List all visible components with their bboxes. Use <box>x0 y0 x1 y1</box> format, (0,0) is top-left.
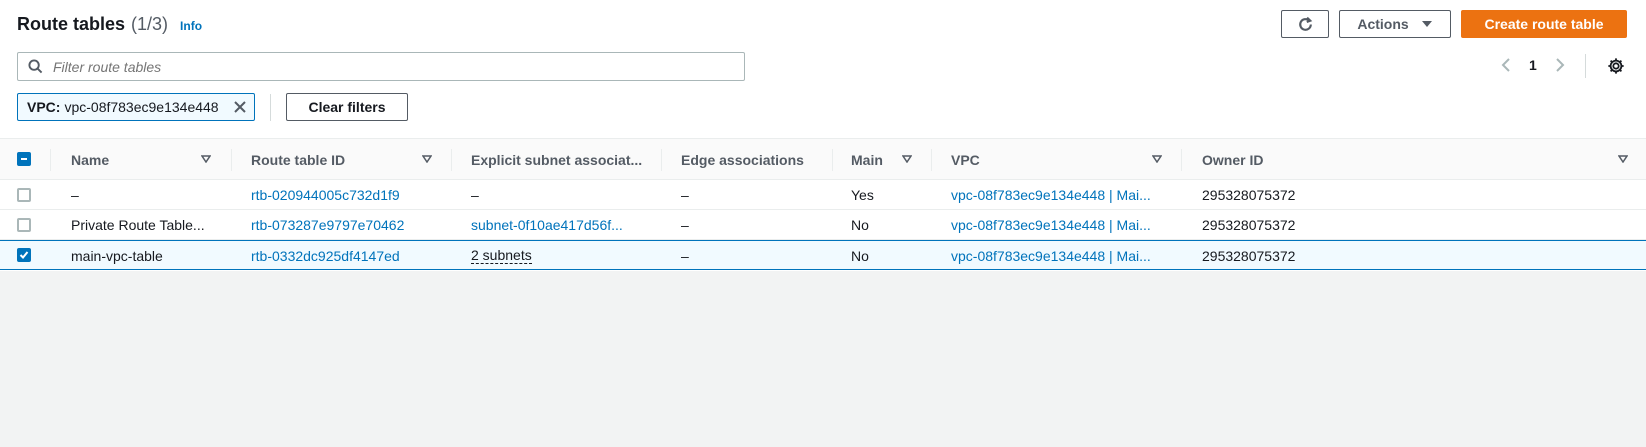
cell-main: Yes <box>851 186 874 203</box>
page-title: Route tables <box>17 14 126 34</box>
token-key: VPC: <box>27 99 61 115</box>
token-value: vpc-08f783ec9e134e448 <box>64 99 219 115</box>
page-header: Route tables (1/3) Info <box>17 14 202 35</box>
column-header-edge-associations[interactable]: Edge associations <box>681 139 804 180</box>
cell-explicit-subnet: – <box>471 186 479 203</box>
table-row[interactable]: – rtb-020944005c732d1f9 – – Yes vpc-08f7… <box>0 180 1646 210</box>
cell-route-table-id[interactable]: rtb-073287e9797e70462 <box>251 210 446 239</box>
search-icon <box>28 59 43 74</box>
sort-icon[interactable] <box>902 155 912 163</box>
column-header-vpc[interactable]: VPC <box>951 139 980 180</box>
remove-filter-icon[interactable] <box>233 100 247 117</box>
create-label: Create route table <box>1484 16 1604 32</box>
subnets-popover-trigger[interactable]: 2 subnets <box>471 247 532 264</box>
clear-filters-button[interactable]: Clear filters <box>286 93 408 121</box>
table-row[interactable]: Private Route Table... rtb-073287e9797e7… <box>0 210 1646 240</box>
actions-label: Actions <box>1357 16 1409 32</box>
actions-button[interactable]: Actions <box>1339 10 1451 38</box>
cell-vpc[interactable]: vpc-08f783ec9e134e448 | Mai... <box>951 241 1176 270</box>
cell-edge-associations: – <box>681 186 689 203</box>
cell-explicit-subnet[interactable]: 2 subnets <box>471 241 656 270</box>
info-link[interactable]: Info <box>180 19 202 33</box>
settings-button[interactable] <box>1607 57 1625 78</box>
refresh-button[interactable] <box>1281 10 1329 38</box>
row-checkbox[interactable] <box>17 188 31 202</box>
divider <box>270 94 271 121</box>
cell-vpc[interactable]: vpc-08f783ec9e134e448 | Mai... <box>951 180 1176 209</box>
divider <box>1585 54 1586 78</box>
select-all-checkbox[interactable] <box>17 152 31 166</box>
table-header: Name Route table ID Explicit subnet asso… <box>0 138 1646 180</box>
cell-route-table-id[interactable]: rtb-0332dc925df4147ed <box>251 241 446 270</box>
cell-owner-id: 295328075372 <box>1202 186 1296 203</box>
next-page-icon[interactable] <box>1555 57 1565 73</box>
current-page[interactable]: 1 <box>1529 57 1537 73</box>
column-header-explicit-subnet[interactable]: Explicit subnet associat... <box>471 139 642 180</box>
sort-icon[interactable] <box>201 155 211 163</box>
create-route-table-button[interactable]: Create route table <box>1461 10 1627 38</box>
route-tables-panel: Route tables (1/3) Info Actions Create r… <box>0 0 1646 271</box>
cell-name: main-vpc-table <box>71 247 163 264</box>
cell-explicit-subnet[interactable]: subnet-0f10ae417d56f... <box>471 210 656 239</box>
pagination: 1 <box>1501 57 1565 73</box>
search-input[interactable] <box>51 57 735 76</box>
caret-down-icon <box>1421 21 1432 27</box>
column-header-main[interactable]: Main <box>851 139 883 180</box>
selection-count: (1/3) <box>131 14 169 34</box>
row-checkbox[interactable] <box>17 218 31 232</box>
column-header-owner-id[interactable]: Owner ID <box>1202 139 1263 180</box>
cell-owner-id: 295328075372 <box>1202 247 1296 264</box>
previous-page-icon[interactable] <box>1501 57 1511 73</box>
cell-main: No <box>851 216 869 233</box>
vpc-filter-token: VPC: vpc-08f783ec9e134e448 <box>17 93 255 121</box>
sort-icon[interactable] <box>1152 155 1162 163</box>
route-tables-table: Name Route table ID Explicit subnet asso… <box>0 138 1646 270</box>
cell-route-table-id[interactable]: rtb-020944005c732d1f9 <box>251 180 446 209</box>
column-header-route-table-id[interactable]: Route table ID <box>251 139 345 180</box>
column-header-name[interactable]: Name <box>71 139 109 180</box>
row-checkbox[interactable] <box>17 248 31 262</box>
filter-search[interactable] <box>17 52 745 81</box>
cell-owner-id: 295328075372 <box>1202 216 1296 233</box>
sort-icon[interactable] <box>422 155 432 163</box>
cell-edge-associations: – <box>681 216 689 233</box>
clear-filters-label: Clear filters <box>308 99 386 115</box>
table-row[interactable]: main-vpc-table rtb-0332dc925df4147ed 2 s… <box>0 240 1646 270</box>
cell-name: Private Route Table... <box>71 216 205 233</box>
refresh-icon <box>1298 16 1312 31</box>
gear-icon <box>1608 58 1624 74</box>
sort-icon[interactable] <box>1618 155 1628 163</box>
cell-name: – <box>71 186 79 203</box>
cell-edge-associations: – <box>681 247 689 264</box>
cell-main: No <box>851 247 869 264</box>
cell-vpc[interactable]: vpc-08f783ec9e134e448 | Mai... <box>951 210 1176 239</box>
